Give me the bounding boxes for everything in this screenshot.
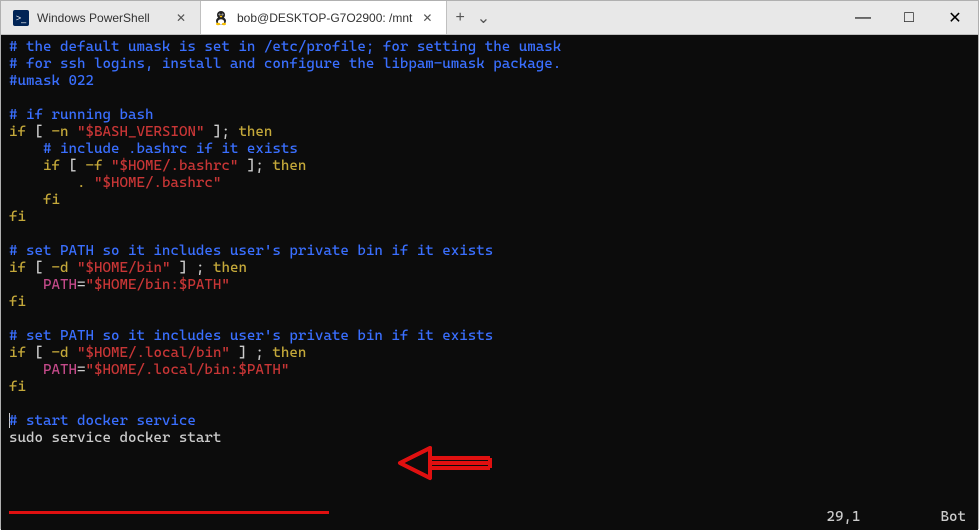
tab-actions: + ⌄ (447, 1, 498, 34)
maximize-button[interactable]: □ (886, 1, 932, 34)
close-icon[interactable]: ✕ (174, 9, 188, 27)
terminal-line: PATH="$HOME/.local/bin:$PATH" (9, 362, 970, 379)
close-icon[interactable]: ✕ (420, 9, 434, 27)
terminal-line: sudo service docker start (9, 430, 970, 447)
terminal-line: # start docker service (9, 413, 970, 430)
terminal-line: fi (9, 209, 970, 226)
terminal-line: if [ -f "$HOME/.bashrc" ]; then (9, 158, 970, 175)
terminal-line (9, 311, 970, 328)
cursor-position: 29,1 (827, 509, 861, 526)
terminal-line (9, 396, 970, 413)
vim-statusline: 29,1 Bot (827, 509, 966, 526)
new-tab-button[interactable]: + (455, 9, 464, 27)
tab-dropdown-button[interactable]: ⌄ (477, 8, 490, 28)
terminal[interactable]: # the default umask is set in /etc/profi… (1, 35, 978, 530)
terminal-line: if [ -d "$HOME/bin" ] ; then (9, 260, 970, 277)
tab-wsl[interactable]: bob@DESKTOP-G7O2900: /mnt ✕ (201, 1, 447, 34)
terminal-line: # set PATH so it includes user's private… (9, 328, 970, 345)
terminal-line (9, 226, 970, 243)
tux-icon (213, 10, 229, 26)
terminal-line: if [ -n "$BASH_VERSION" ]; then (9, 124, 970, 141)
terminal-line: # if running bash (9, 107, 970, 124)
terminal-line: #umask 022 (9, 73, 970, 90)
tabs: >_ Windows PowerShell ✕ bob@DESKTOP-G7O2… (1, 1, 840, 34)
minimize-button[interactable]: — (840, 1, 886, 34)
titlebar: >_ Windows PowerShell ✕ bob@DESKTOP-G7O2… (1, 1, 978, 35)
annotation-underline (9, 511, 329, 514)
terminal-line: PATH="$HOME/bin:$PATH" (9, 277, 970, 294)
terminal-line (9, 90, 970, 107)
terminal-line: fi (9, 379, 970, 396)
terminal-line: # for ssh logins, install and configure … (9, 56, 970, 73)
terminal-line: # the default umask is set in /etc/profi… (9, 39, 970, 56)
terminal-line: fi (9, 192, 970, 209)
tab-powershell[interactable]: >_ Windows PowerShell ✕ (1, 1, 201, 34)
close-button[interactable]: ✕ (932, 1, 978, 34)
powershell-icon: >_ (13, 10, 29, 26)
terminal-line: fi (9, 294, 970, 311)
window-controls: — □ ✕ (840, 1, 978, 34)
terminal-line: # set PATH so it includes user's private… (9, 243, 970, 260)
terminal-line: if [ -d "$HOME/.local/bin" ] ; then (9, 345, 970, 362)
terminal-line: # include .bashrc if it exists (9, 141, 970, 158)
tab-label: Windows PowerShell (37, 11, 150, 25)
scroll-position: Bot (941, 509, 967, 526)
terminal-line: . "$HOME/.bashrc" (9, 175, 970, 192)
tab-label: bob@DESKTOP-G7O2900: /mnt (237, 11, 412, 25)
